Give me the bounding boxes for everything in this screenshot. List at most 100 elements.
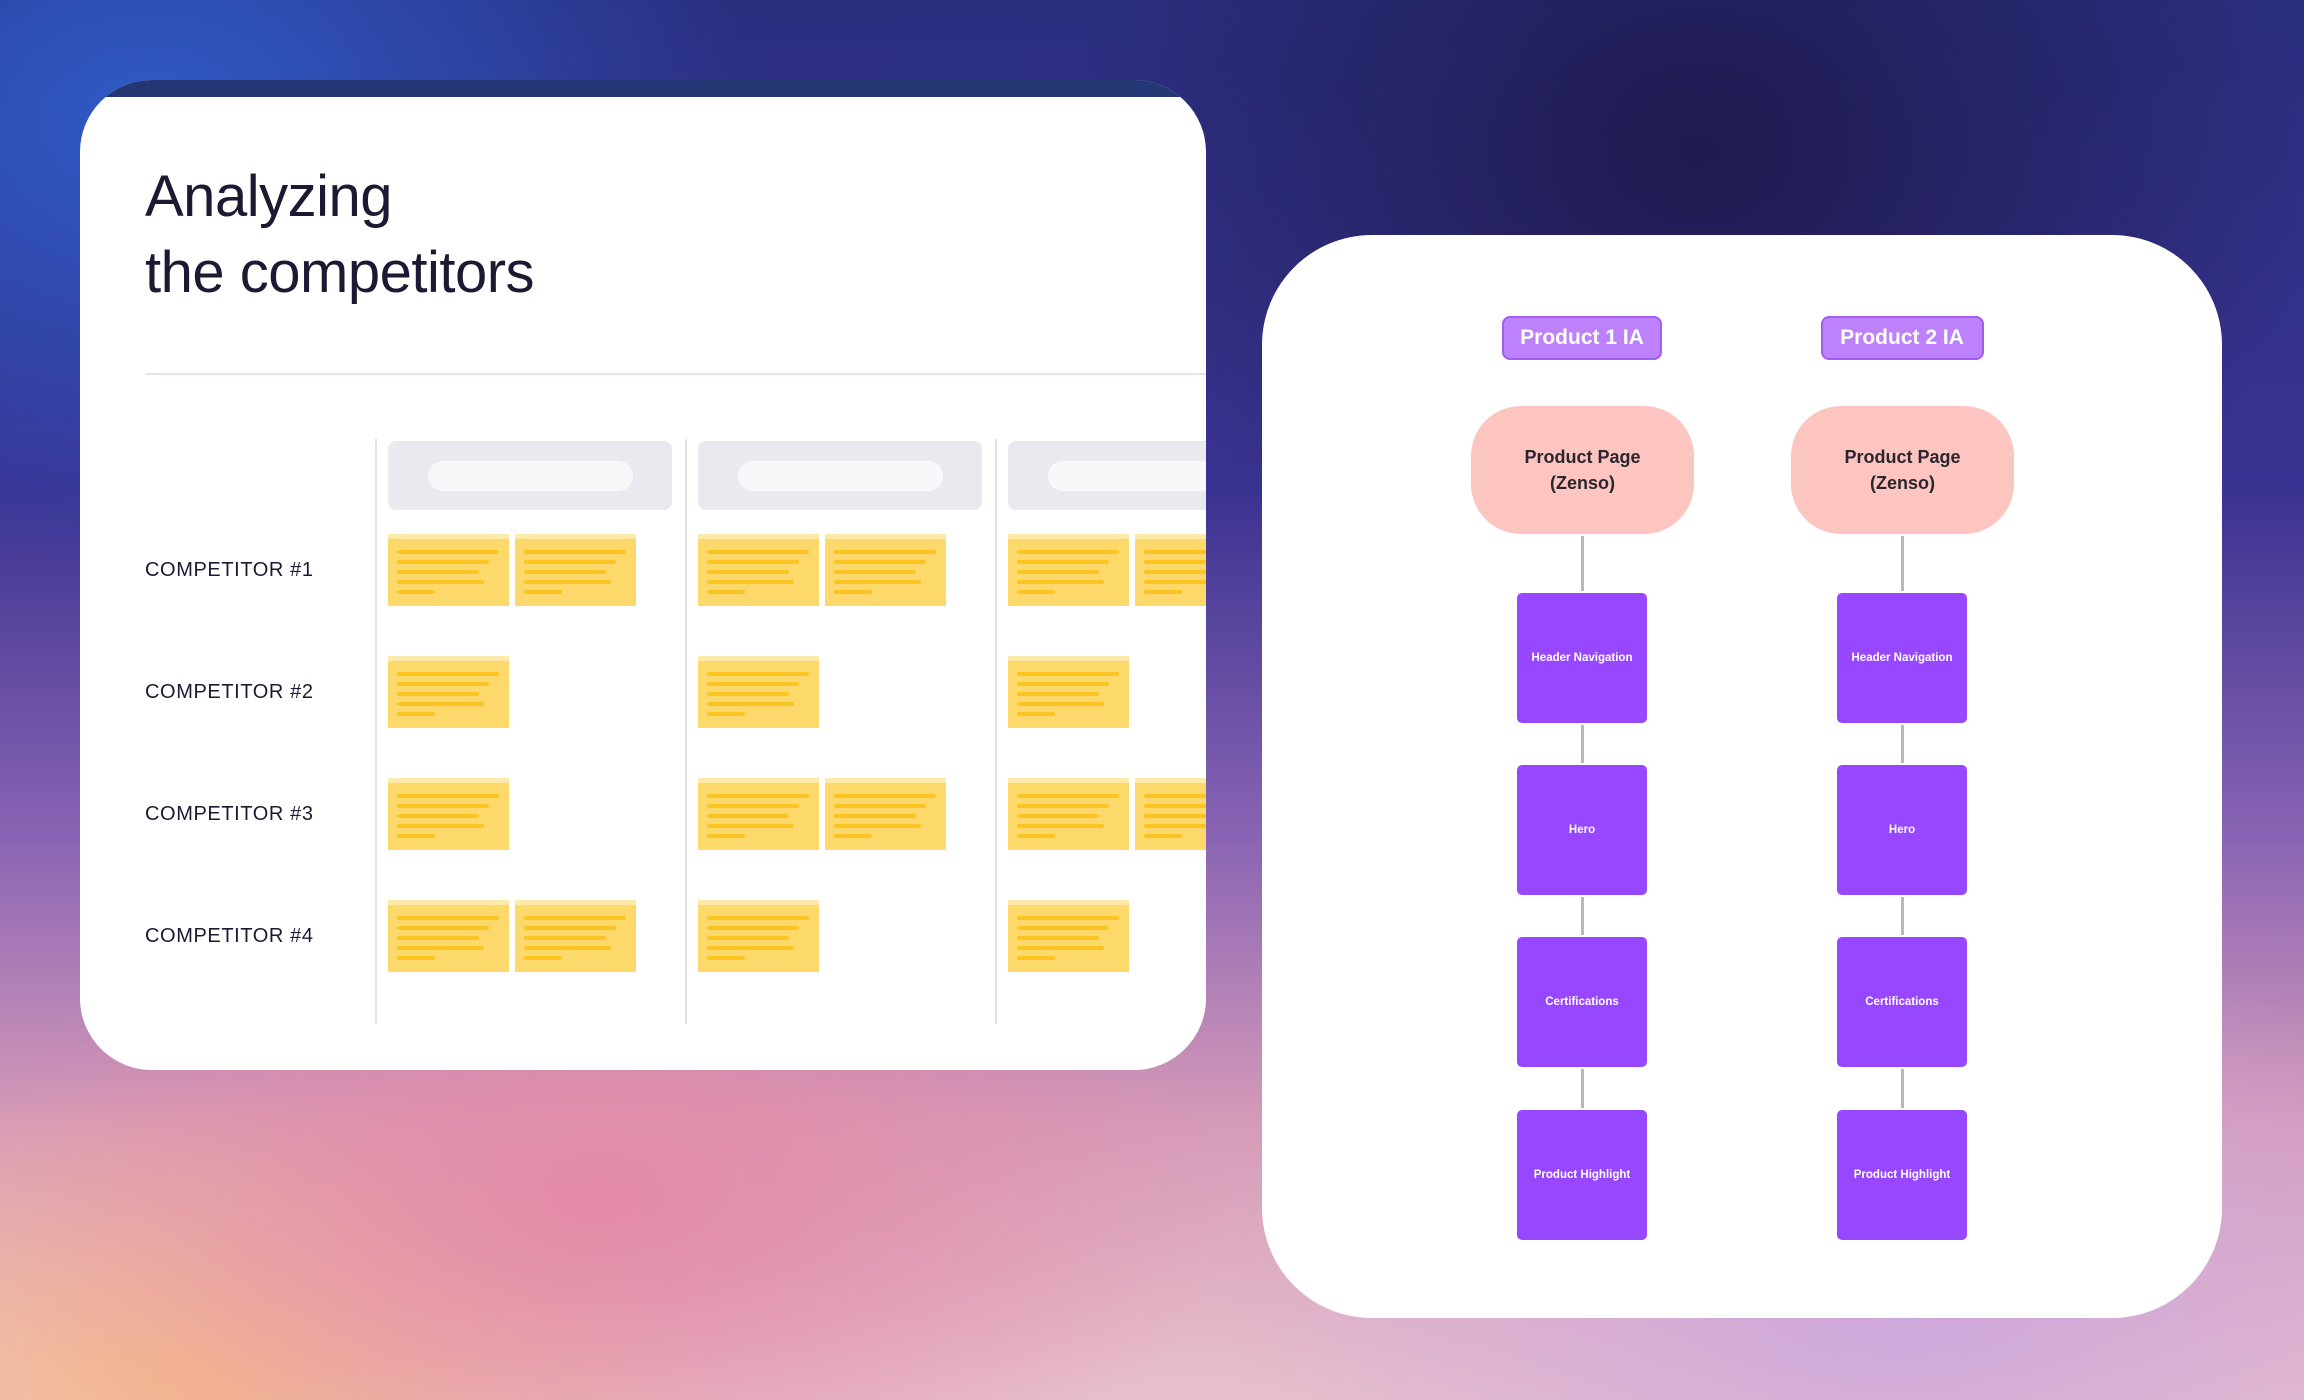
sticky-text-line — [707, 682, 799, 686]
sticky-text-line — [397, 692, 479, 696]
connector-line — [1901, 536, 1904, 591]
sticky-strip — [698, 900, 819, 905]
connector-line — [1581, 1069, 1584, 1108]
root-node-product-page[interactable]: Product Page (Zenso) — [1791, 406, 2014, 534]
competitor-analysis-card: Analyzing the competitors COMPETITOR #1 C… — [80, 80, 1206, 1070]
sticky-text-line — [1017, 956, 1055, 960]
ia-label-product-1[interactable]: Product 1 IA — [1502, 316, 1662, 360]
sticky-text-line — [397, 570, 479, 574]
sticky-text-line — [1144, 824, 1206, 828]
sticky-strip — [388, 778, 509, 783]
sticky-text-line — [707, 804, 799, 808]
sticky-note — [1008, 656, 1129, 728]
sticky-strip — [825, 534, 946, 539]
root-node-title: Product Page — [1524, 447, 1641, 467]
sticky-strip — [388, 900, 509, 905]
sticky-text-line — [1144, 560, 1206, 564]
ia-node[interactable]: Header Navigation — [1517, 593, 1647, 723]
sticky-note — [698, 778, 819, 850]
sticky-text-line — [834, 570, 916, 574]
sticky-text-line — [524, 580, 611, 584]
column-divider — [375, 439, 377, 1024]
sticky-note — [1008, 900, 1129, 972]
sticky-text-line — [397, 834, 435, 838]
sticky-strip — [1135, 534, 1206, 539]
sticky-strip — [825, 778, 946, 783]
sticky-strip — [1008, 778, 1129, 783]
sticky-text-line — [397, 550, 499, 554]
sticky-text-line — [397, 936, 479, 940]
sticky-text-line — [707, 946, 794, 950]
sticky-text-line — [397, 824, 484, 828]
sticky-text-line — [1144, 794, 1206, 798]
competitor-grid: COMPETITOR #1 COMPETITOR #2 COMPETITOR #3 C… — [80, 97, 1206, 1070]
sticky-note — [388, 534, 509, 606]
sticky-note — [825, 534, 946, 606]
sticky-strip — [388, 656, 509, 661]
ia-label-product-2[interactable]: Product 2 IA — [1820, 316, 1984, 360]
sticky-note — [1008, 778, 1129, 850]
sticky-text-line — [1017, 946, 1104, 950]
sticky-note — [1008, 534, 1129, 606]
column-divider — [685, 439, 687, 1024]
ia-node[interactable]: Hero — [1837, 765, 1967, 895]
sticky-note — [698, 656, 819, 728]
sticky-text-line — [1017, 926, 1109, 930]
sticky-text-line — [1144, 590, 1182, 594]
sticky-text-line — [1017, 712, 1055, 716]
sticky-strip — [698, 534, 819, 539]
sticky-text-line — [707, 550, 809, 554]
sticky-text-line — [834, 590, 872, 594]
column-header-pill — [1048, 461, 1206, 491]
sticky-text-line — [397, 926, 489, 930]
sticky-text-line — [707, 824, 794, 828]
competitor-label: COMPETITOR #3 — [145, 803, 314, 825]
sticky-text-line — [707, 672, 809, 676]
sticky-text-line — [834, 550, 936, 554]
sticky-text-line — [707, 794, 809, 798]
sticky-text-line — [1017, 692, 1099, 696]
sticky-text-line — [1017, 560, 1109, 564]
sticky-text-line — [524, 570, 606, 574]
ia-node[interactable]: Certifications — [1837, 937, 1967, 1067]
sticky-text-line — [524, 590, 562, 594]
sticky-note — [698, 534, 819, 606]
column-header-pill — [738, 461, 943, 491]
sticky-strip — [1135, 778, 1206, 783]
ia-node[interactable]: Product Highlight — [1517, 1110, 1647, 1240]
ia-node[interactable]: Product Highlight — [1837, 1110, 1967, 1240]
ia-node[interactable]: Hero — [1517, 765, 1647, 895]
sticky-text-line — [834, 804, 926, 808]
sticky-strip — [515, 534, 636, 539]
sticky-note — [388, 900, 509, 972]
sticky-note — [388, 656, 509, 728]
sticky-text-line — [397, 560, 489, 564]
sticky-text-line — [1017, 702, 1104, 706]
column-header-placeholder — [698, 441, 982, 510]
sticky-text-line — [707, 936, 789, 940]
sticky-text-line — [834, 834, 872, 838]
ia-node[interactable]: Header Navigation — [1837, 593, 1967, 723]
sticky-text-line — [524, 956, 562, 960]
sticky-text-line — [397, 794, 499, 798]
column-header-placeholder — [388, 441, 672, 510]
sticky-text-line — [397, 702, 484, 706]
sticky-note — [1135, 534, 1206, 606]
sticky-text-line — [834, 560, 926, 564]
sticky-strip — [698, 778, 819, 783]
sticky-text-line — [834, 824, 921, 828]
sticky-text-line — [1017, 570, 1099, 574]
sticky-text-line — [1017, 794, 1119, 798]
sticky-strip — [698, 656, 819, 661]
ia-node[interactable]: Certifications — [1517, 937, 1647, 1067]
sticky-text-line — [397, 590, 435, 594]
sticky-text-line — [397, 956, 435, 960]
root-node-product-page[interactable]: Product Page (Zenso) — [1471, 406, 1694, 534]
competitor-analysis-content: Analyzing the competitors COMPETITOR #1 C… — [80, 97, 1206, 1070]
sticky-text-line — [707, 590, 745, 594]
sticky-strip — [1008, 900, 1129, 905]
sticky-text-line — [1017, 824, 1104, 828]
sticky-text-line — [1017, 550, 1119, 554]
sticky-strip — [388, 534, 509, 539]
sticky-note — [1135, 778, 1206, 850]
